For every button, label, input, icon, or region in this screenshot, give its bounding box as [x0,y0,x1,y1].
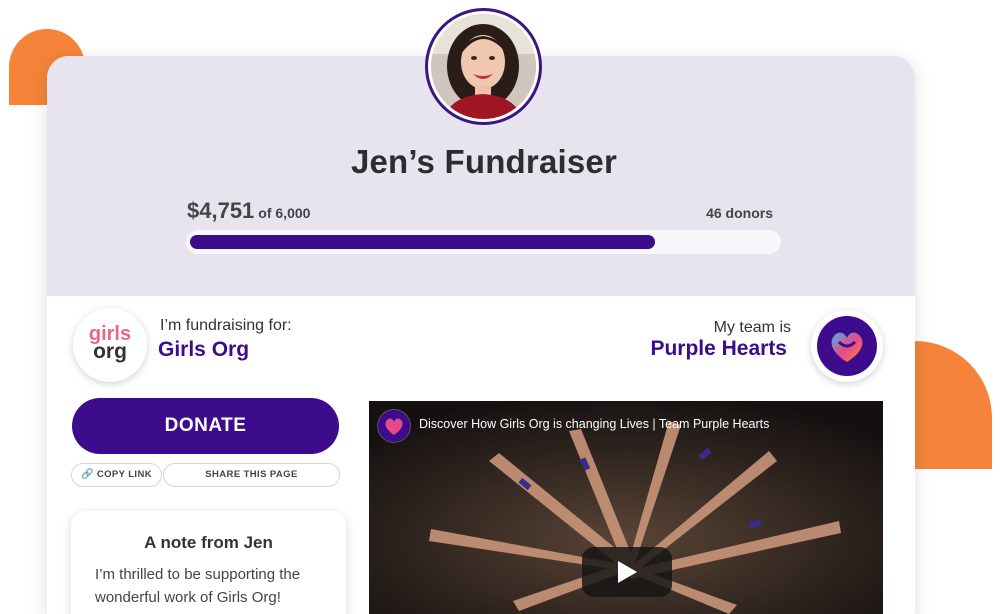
organization-name-link[interactable]: Girls Org [158,338,249,362]
note-card: A note from Jen I’m thrilled to be suppo… [71,511,346,614]
heart-icon [831,332,863,362]
fundraiser-page: Jen’s Fundraiser $4,751 of 6,000 46 donor… [0,0,1001,614]
decorative-blob-right [915,341,992,469]
share-page-button[interactable]: SHARE THIS PAGE [163,463,340,487]
page-title: Jen’s Fundraiser [350,143,618,180]
team-logo[interactable] [811,310,883,382]
decorative-blob-left-corner [9,67,47,105]
org-logo-line2: org [93,340,127,363]
share-page-label: SHARE THIS PAGE [205,469,298,480]
avatar [425,8,542,125]
note-title: A note from Jen [144,533,273,552]
copy-link-button[interactable]: 🔗 COPY LINK [71,463,162,487]
team-label: My team is [713,319,791,336]
donor-count: 46 donors [706,205,773,221]
organization-logo[interactable]: girls org [73,308,147,382]
link-icon: 🔗 [80,469,94,480]
copy-link-label: COPY LINK [96,469,152,480]
raised-amount: $4,751 [187,198,255,223]
donate-button[interactable]: DONATE [72,398,339,454]
avatar-photo [431,14,536,119]
fundraising-for-label: I’m fundraising for: [160,317,292,334]
progress-fill [190,235,655,249]
goal-amount: of 6,000 [258,205,311,221]
play-button[interactable] [582,547,672,597]
video-title[interactable]: Discover How Girls Org is changing Lives… [419,417,769,431]
video-player[interactable]: Discover How Girls Org is changing Lives… [369,401,883,614]
play-icon [618,561,637,583]
video-channel-icon[interactable] [377,409,411,443]
fundraising-summary: $4,751 of 6,000 46 donors [187,198,773,226]
progress-bar [186,230,781,254]
heart-icon [385,418,403,435]
team-name-link[interactable]: Purple Hearts [650,337,787,361]
note-body: I’m thrilled to be supporting the wonder… [95,566,301,606]
